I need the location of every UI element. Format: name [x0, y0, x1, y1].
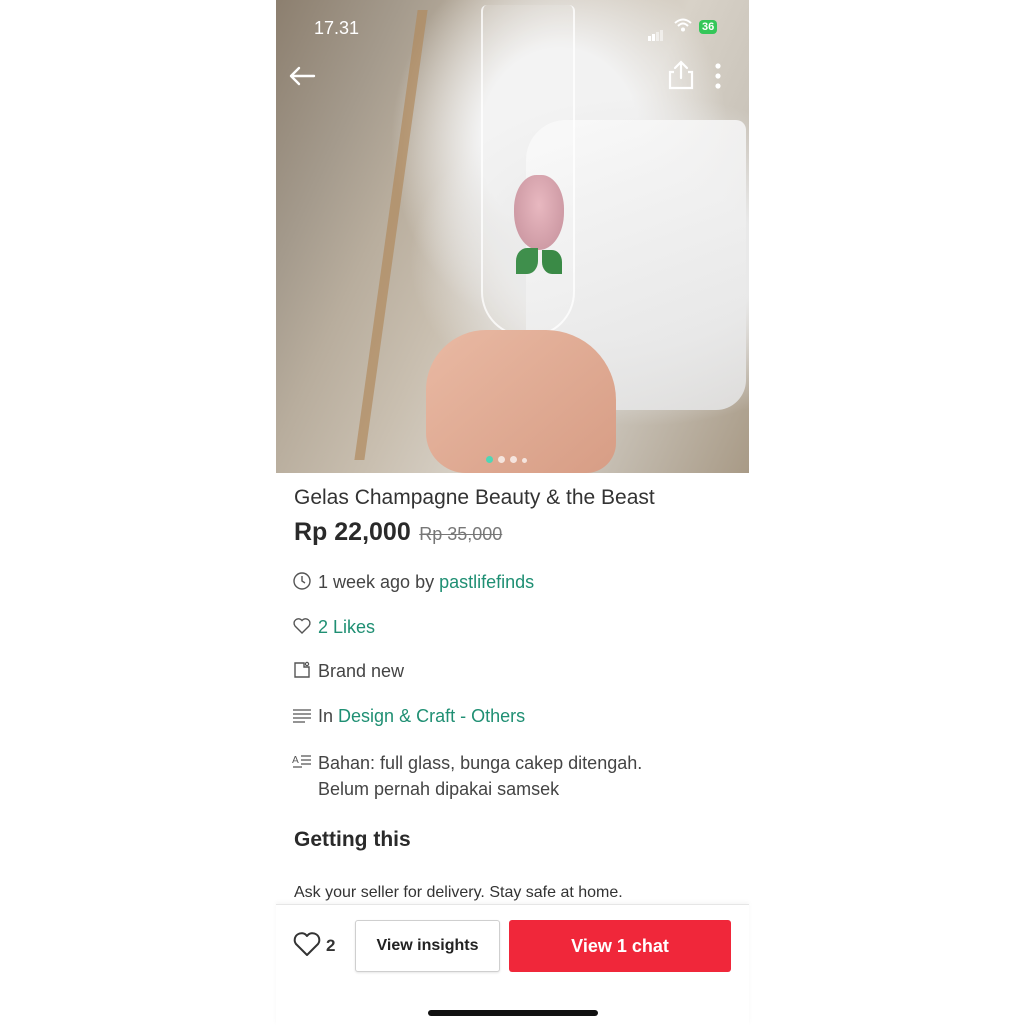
likes-link[interactable]: 2 Likes	[318, 617, 375, 637]
battery-icon: 36	[699, 20, 718, 34]
status-time: 17.31	[314, 18, 360, 38]
list-icon	[292, 705, 312, 725]
getting-this-heading: Getting this	[294, 828, 411, 851]
description-row: A Bahan: full glass, bunga cakep ditenga…	[292, 750, 642, 802]
likes-row[interactable]: 2 Likes	[292, 616, 375, 638]
photo-leaf	[542, 250, 562, 274]
photo-glass	[481, 5, 575, 337]
category-row: In Design & Craft - Others	[292, 705, 525, 727]
share-icon[interactable]	[668, 60, 694, 97]
svg-text:A: A	[292, 755, 299, 766]
heart-outline-icon	[292, 930, 322, 963]
product-photo[interactable]: 17.31 36	[276, 0, 749, 473]
bottom-action-bar: 2 View insights View 1 chat	[276, 904, 749, 1025]
status-bar: 17.31 36	[276, 16, 749, 41]
description-line: Belum pernah dipakai samsek	[318, 779, 560, 799]
original-price: Rp 35,000	[419, 524, 503, 544]
tag-icon	[292, 660, 312, 680]
like-count: 2	[326, 936, 336, 955]
text-description-icon: A	[292, 752, 312, 772]
description-line: Bahan: full glass, bunga cakep ditengah.	[318, 753, 643, 773]
condition-row: Brand new	[292, 660, 404, 682]
heart-icon	[292, 616, 312, 636]
delivery-note: Ask your seller for delivery. Stay safe …	[294, 884, 623, 901]
signal-icon	[648, 23, 664, 41]
page-dot[interactable]	[486, 456, 493, 463]
back-arrow-icon[interactable]	[288, 62, 316, 94]
listing-screen: 17.31 36 Gelas Champagne Beauty & the Be…	[276, 0, 749, 1025]
listing-title: Gelas Champagne Beauty & the Beast	[294, 486, 655, 509]
photo-pagination	[486, 450, 532, 468]
condition-text: Brand new	[318, 661, 405, 681]
seller-link[interactable]: pastlifefinds	[439, 572, 534, 592]
home-indicator	[428, 1010, 598, 1016]
listing-price: Rp 22,000	[294, 518, 411, 546]
view-chat-button[interactable]: View 1 chat	[509, 920, 731, 972]
clock-icon	[292, 571, 312, 591]
like-button[interactable]: 2	[292, 929, 335, 963]
more-vertical-icon[interactable]	[714, 62, 722, 97]
page-dot[interactable]	[522, 458, 527, 463]
page-dot[interactable]	[510, 456, 517, 463]
price-row: Rp 22,000 Rp 35,000	[294, 518, 502, 547]
wifi-icon	[674, 18, 692, 37]
view-insights-button[interactable]: View insights	[355, 920, 500, 972]
photo-rose	[514, 175, 564, 250]
posted-row: 1 week ago by pastlifefinds	[292, 571, 534, 593]
page-dot[interactable]	[498, 456, 505, 463]
category-link[interactable]: Design & Craft - Others	[338, 706, 525, 726]
photo-leaf	[516, 248, 538, 274]
posted-text: 1 week ago by	[318, 572, 435, 592]
category-prefix: In	[318, 706, 334, 726]
